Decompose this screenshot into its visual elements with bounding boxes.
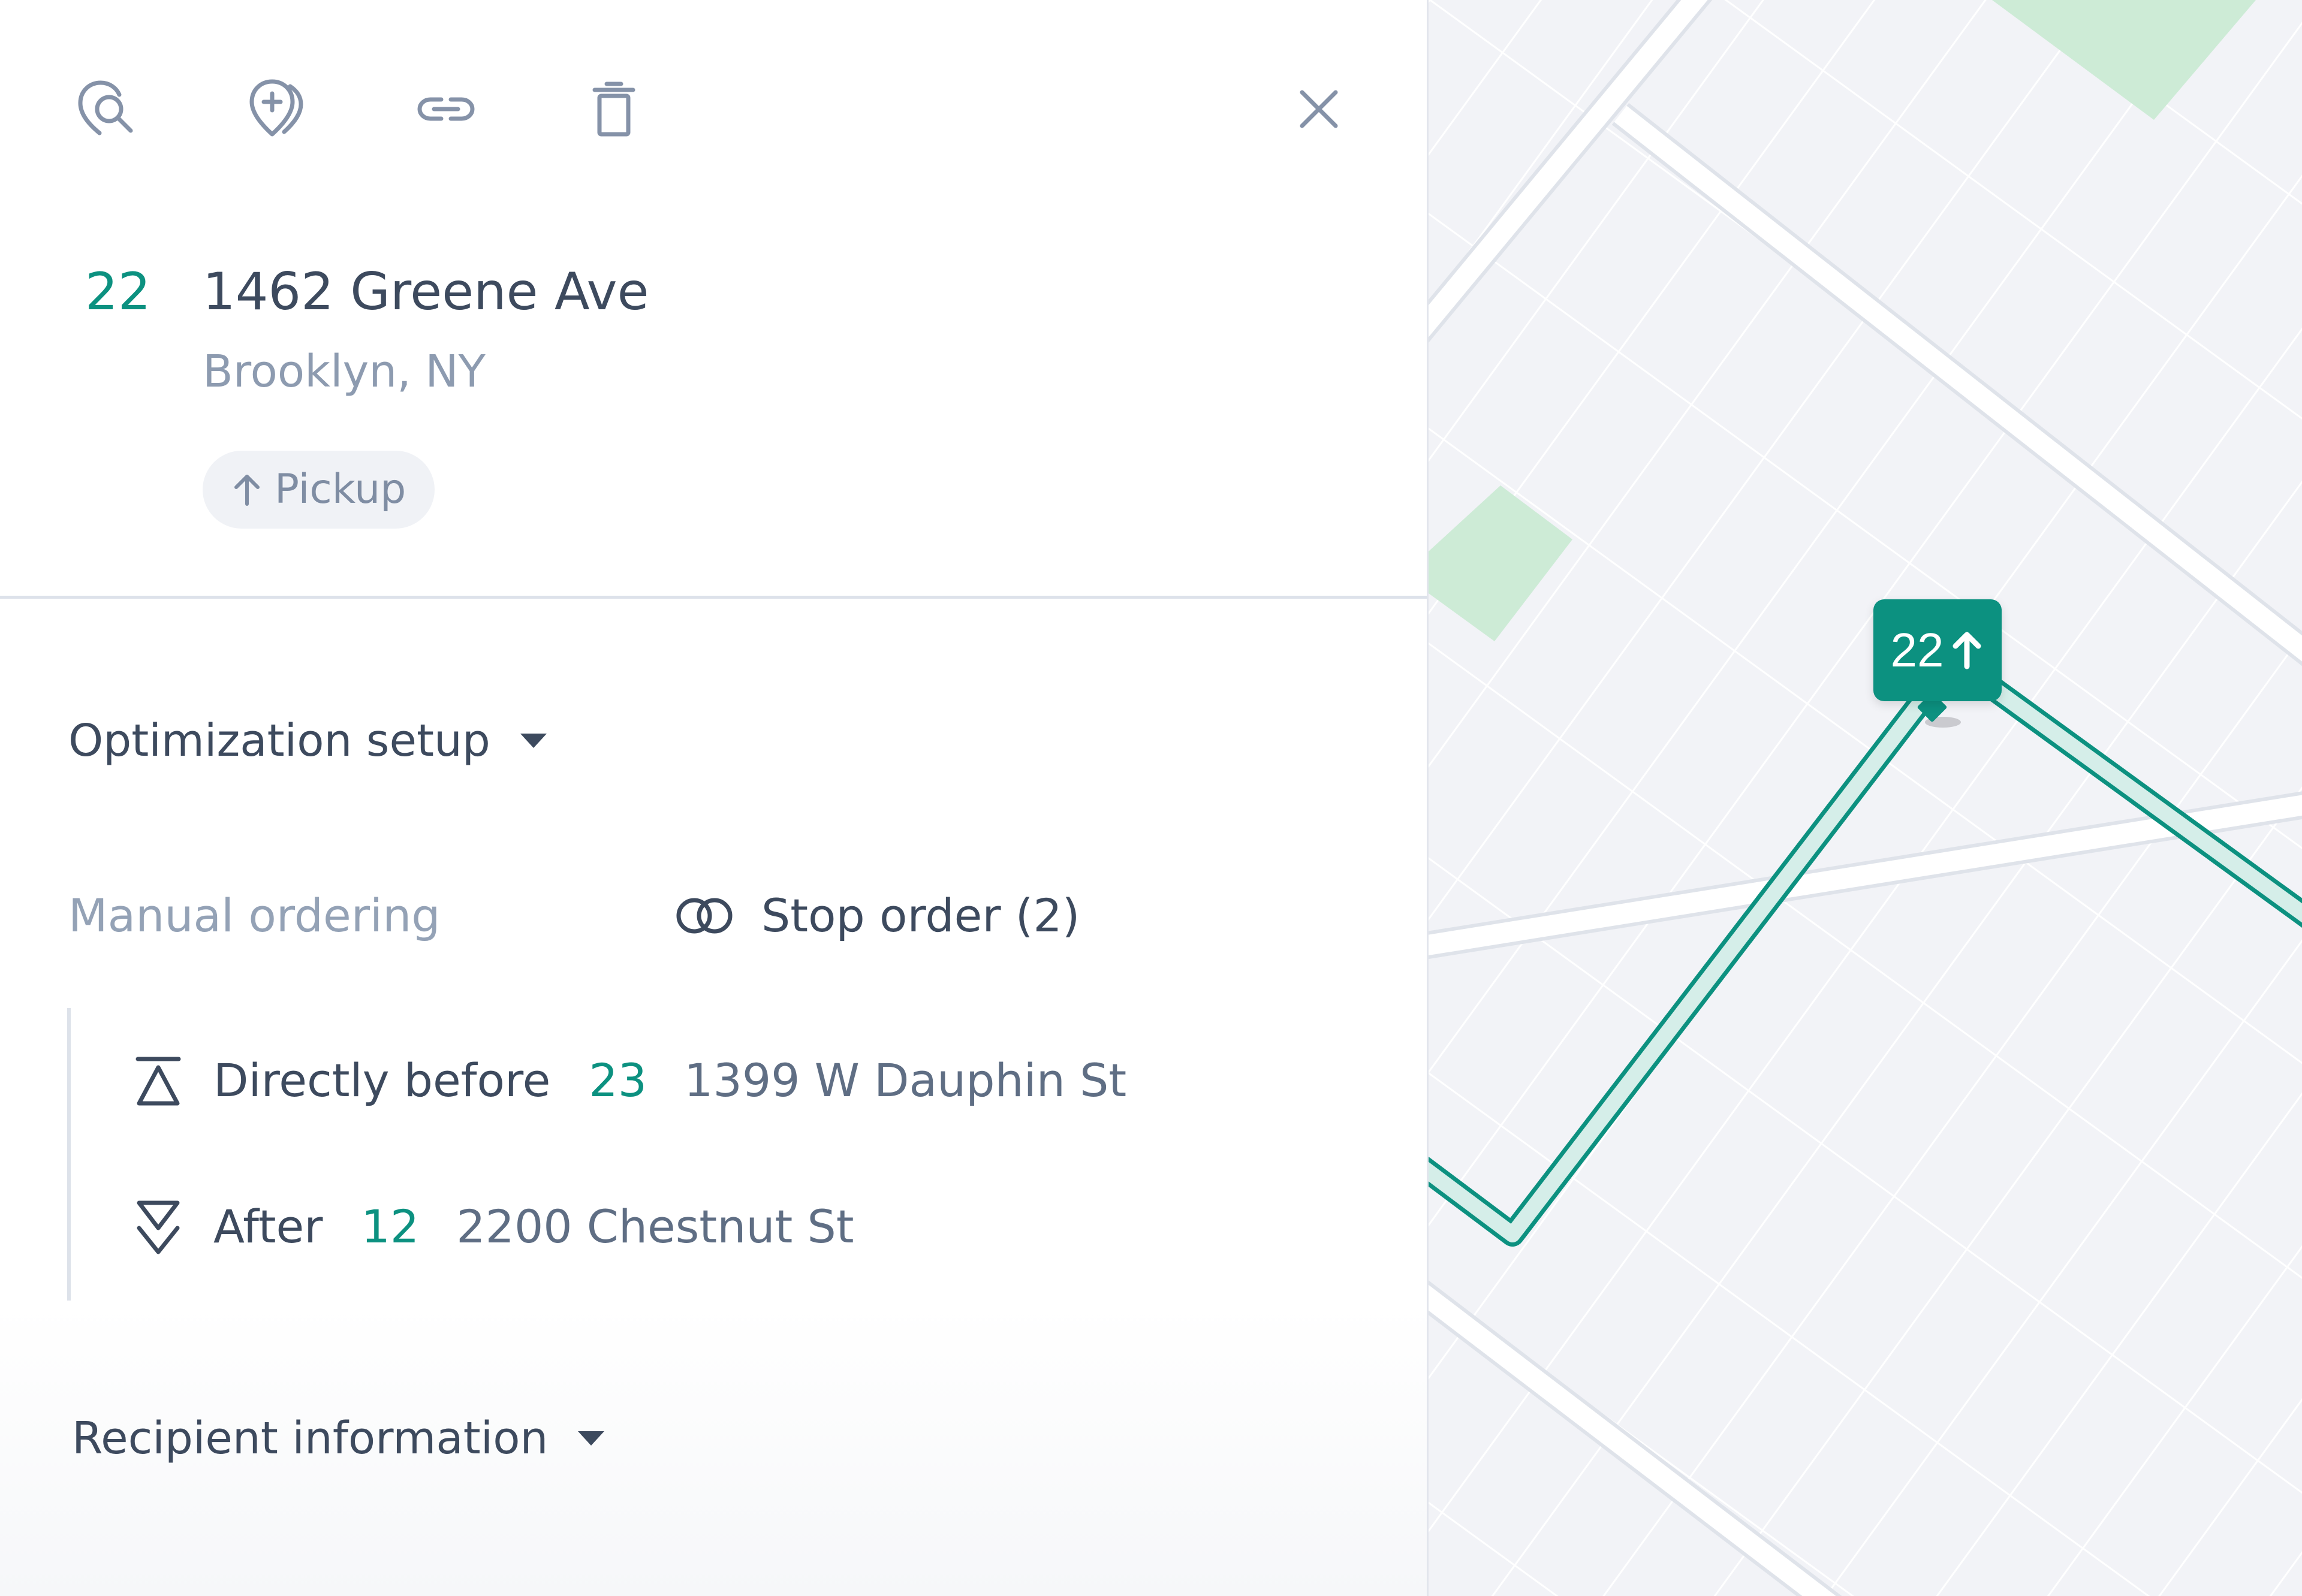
map-streets <box>1429 0 2302 1596</box>
chain-link-icon <box>676 898 733 934</box>
stop-type-label: Pickup <box>275 466 406 513</box>
route-map[interactable]: 22 <box>1427 0 2302 1596</box>
stop-order-label: Stop order (2) <box>761 889 1080 942</box>
optimization-setup-toggle[interactable]: Optimization setup <box>68 711 550 771</box>
link-button[interactable] <box>409 72 483 146</box>
ordering-rule-row[interactable]: Directly before 23 1399 W Dauphin St <box>133 1048 1126 1114</box>
stop-number: 22 <box>85 262 151 322</box>
marker-label: 22 <box>1890 623 1944 677</box>
close-button[interactable] <box>1282 72 1356 146</box>
rules-indicator <box>67 1008 71 1301</box>
recipient-information-header: Recipient information <box>72 1413 549 1464</box>
rule-kind: After <box>213 1200 323 1253</box>
rule-stop-number: 23 <box>589 1054 647 1107</box>
caret-down-icon <box>578 1431 605 1446</box>
rule-stop-number: 12 <box>361 1200 420 1253</box>
caret-down-icon <box>520 734 547 748</box>
recipient-information-toggle[interactable]: Recipient information <box>72 1408 608 1468</box>
search-location-button[interactable] <box>72 72 146 146</box>
stop-order-button[interactable]: Stop order (2) <box>671 886 1080 946</box>
arrow-up-icon <box>234 475 260 506</box>
search-location-icon <box>78 80 133 135</box>
link-icon <box>417 97 475 121</box>
ordering-rule-row[interactable]: After 12 2200 Chestnut St <box>133 1194 854 1260</box>
delete-button[interactable] <box>577 72 651 146</box>
stop-detail-panel: 22 1462 Greene Ave Brooklyn, NY Pickup O… <box>0 0 1427 1596</box>
after-icon <box>137 1200 180 1254</box>
stop-type-badge: Pickup <box>203 451 435 529</box>
close-icon <box>1300 90 1338 128</box>
optimization-setup-header: Optimization setup <box>68 715 490 767</box>
rule-address: 1399 W Dauphin St <box>684 1054 1127 1107</box>
manual-ordering-label: Manual ordering <box>68 889 441 942</box>
stop-marker[interactable]: 22 <box>1873 599 2002 728</box>
arrow-up-icon <box>1953 632 1981 669</box>
add-stop-button[interactable] <box>239 72 313 146</box>
divider <box>0 596 1427 599</box>
rule-kind: Directly before <box>213 1054 551 1107</box>
trash-icon <box>592 82 635 137</box>
marker-body: 22 <box>1873 599 2002 701</box>
add-stop-icon <box>249 79 303 137</box>
stop-address: 1462 Greene Ave <box>203 262 649 322</box>
stop-city: Brooklyn, NY <box>203 346 486 397</box>
rule-address: 2200 Chestnut St <box>456 1200 854 1253</box>
directly-before-icon <box>135 1057 181 1106</box>
